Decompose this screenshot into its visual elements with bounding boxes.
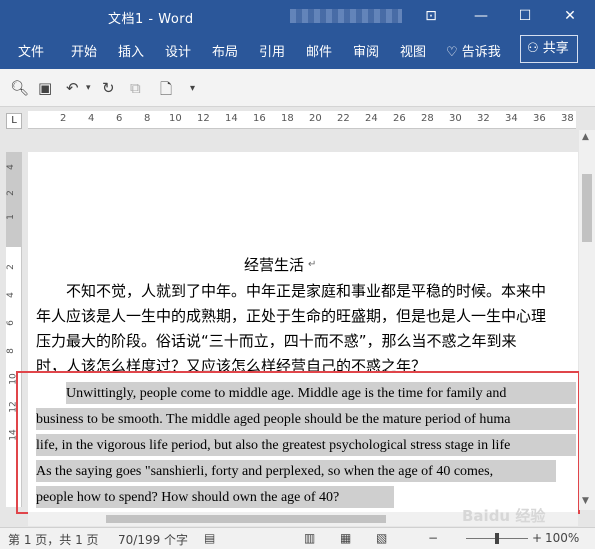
ruler-number: 30 [449,113,462,124]
scroll-thumb[interactable] [582,174,592,242]
ruler-number: 14 [225,113,238,124]
zoom-level[interactable]: 100% [545,531,579,545]
tell-me-search[interactable]: ♡ 告诉我 [446,41,501,60]
ruler-number: 4 [5,164,16,170]
annotation-box [16,371,580,514]
ruler-number: 6 [5,320,16,326]
ruler-number: 10 [169,113,182,124]
tab-file[interactable]: 文件 [18,41,44,60]
watermark-logo: Baidu 经验 [462,507,546,525]
ruler-number: 16 [253,113,266,124]
tab-selector[interactable]: L [6,113,22,129]
lightbulb-icon: ♡ [446,45,458,60]
cn-line: 不知不觉，人就到了中年。中年正是家庭和事业都是平稳的时候。本来中 [66,282,547,300]
ribbon-tabs: 文件 开始 插入 设计 布局 引用 邮件 审阅 视图 ♡ 告诉我 [0,33,595,69]
zoom-in-icon[interactable]: + [532,531,542,545]
tab-insert[interactable]: 插入 [118,41,144,60]
tab-layout[interactable]: 布局 [212,41,238,60]
read-mode-icon[interactable]: ▥ [304,531,315,545]
redo-icon[interactable]: ↻ [102,79,115,97]
new-document-icon[interactable]: 🗋 [160,79,172,104]
web-layout-icon[interactable]: ▧ [376,531,387,545]
ruler-number: 26 [393,113,406,124]
word-count[interactable]: 70/199 个字 [118,531,188,548]
cn-line: 压力最大的阶段。俗话说“三十而立，四十而不惑”，那么当不惑之年到来 [36,332,517,350]
maximize-icon[interactable]: ☐ [512,4,538,28]
paragraph-mark: ↵ [308,259,317,270]
tab-design[interactable]: 设计 [165,41,191,60]
title-bar: 文档1 - Word ⊡ — ☐ ✕ [0,0,595,33]
ruler-number: 4 [88,113,95,124]
zoom-out-icon[interactable]: − [428,531,438,545]
undo-dropdown-icon[interactable]: ▾ [86,83,91,93]
customize-toolbar-icon[interactable]: ▾ [190,83,195,94]
tell-me-label: 告诉我 [461,45,501,60]
scroll-up-icon[interactable]: ▲ [582,132,589,142]
ruler-number: 34 [505,113,518,124]
ruler-number: 18 [281,113,294,124]
person-icon: ⚇ [527,41,539,56]
proofing-icon[interactable]: ▤ [204,531,215,545]
ruler-number: 2 [5,264,16,270]
quick-access-toolbar: 🔍︎ ▣ ↶ ▾ ↻ ⧉ 🗋 ▾ [0,69,595,107]
tab-references[interactable]: 引用 [259,41,285,60]
ruler-number: 2 [5,190,16,196]
ribbon-display-icon[interactable]: ⊡ [418,4,444,28]
zoom-slider-thumb[interactable] [495,533,499,544]
share-label: 共享 [542,41,569,56]
blurred-account-area [290,9,402,23]
document-title: 经营生活 [244,256,305,274]
hscroll-thumb[interactable] [106,515,386,523]
page-count[interactable]: 第 1 页，共 1 页 [8,531,99,548]
ruler-number: 8 [5,348,16,354]
ruler-number: 6 [116,113,123,124]
tab-mailings[interactable]: 邮件 [306,41,332,60]
ruler-number: 28 [421,113,434,124]
tab-review[interactable]: 审阅 [353,41,379,60]
undo-icon[interactable]: ↶ [66,79,79,97]
ruler-number: 4 [5,292,16,298]
window-title: 文档1 - Word [108,12,194,27]
save-icon[interactable]: ▣ [38,79,52,97]
ruler-number: 2 [60,113,67,124]
ruler-number: 36 [533,113,546,124]
print-preview-icon[interactable]: 🔍︎ [10,79,29,97]
tab-view[interactable]: 视图 [400,41,426,60]
ruler-number: 32 [477,113,490,124]
cn-line: 年人应该是人一生中的成熟期，正处于生命的旺盛期，但是也是人一生中心理 [36,307,547,325]
ruler-number: 22 [337,113,350,124]
ruler-number: 20 [309,113,322,124]
print-layout-icon[interactable]: ▦ [340,531,351,545]
vertical-scrollbar[interactable]: ▲ ▼ [579,130,595,510]
ruler-number: 8 [144,113,151,124]
ruler-number: 1 [5,214,16,220]
tab-home[interactable]: 开始 [71,41,97,60]
ruler-number: 24 [365,113,378,124]
share-button[interactable]: ⚇ 共享 [520,35,578,63]
scroll-down-icon[interactable]: ▼ [582,496,589,506]
format-painter-icon[interactable]: ⧉ [130,79,141,97]
ruler-number: 38 [561,113,574,124]
close-icon[interactable]: ✕ [557,4,583,28]
ruler-number: 12 [197,113,210,124]
minimize-icon[interactable]: — [468,4,494,28]
status-bar: 第 1 页，共 1 页 70/199 个字 ▤ ▥ ▦ ▧ − + 100% [0,527,595,549]
horizontal-ruler[interactable]: 2 4 6 8 10 12 14 16 18 20 22 24 26 28 30… [28,111,576,129]
